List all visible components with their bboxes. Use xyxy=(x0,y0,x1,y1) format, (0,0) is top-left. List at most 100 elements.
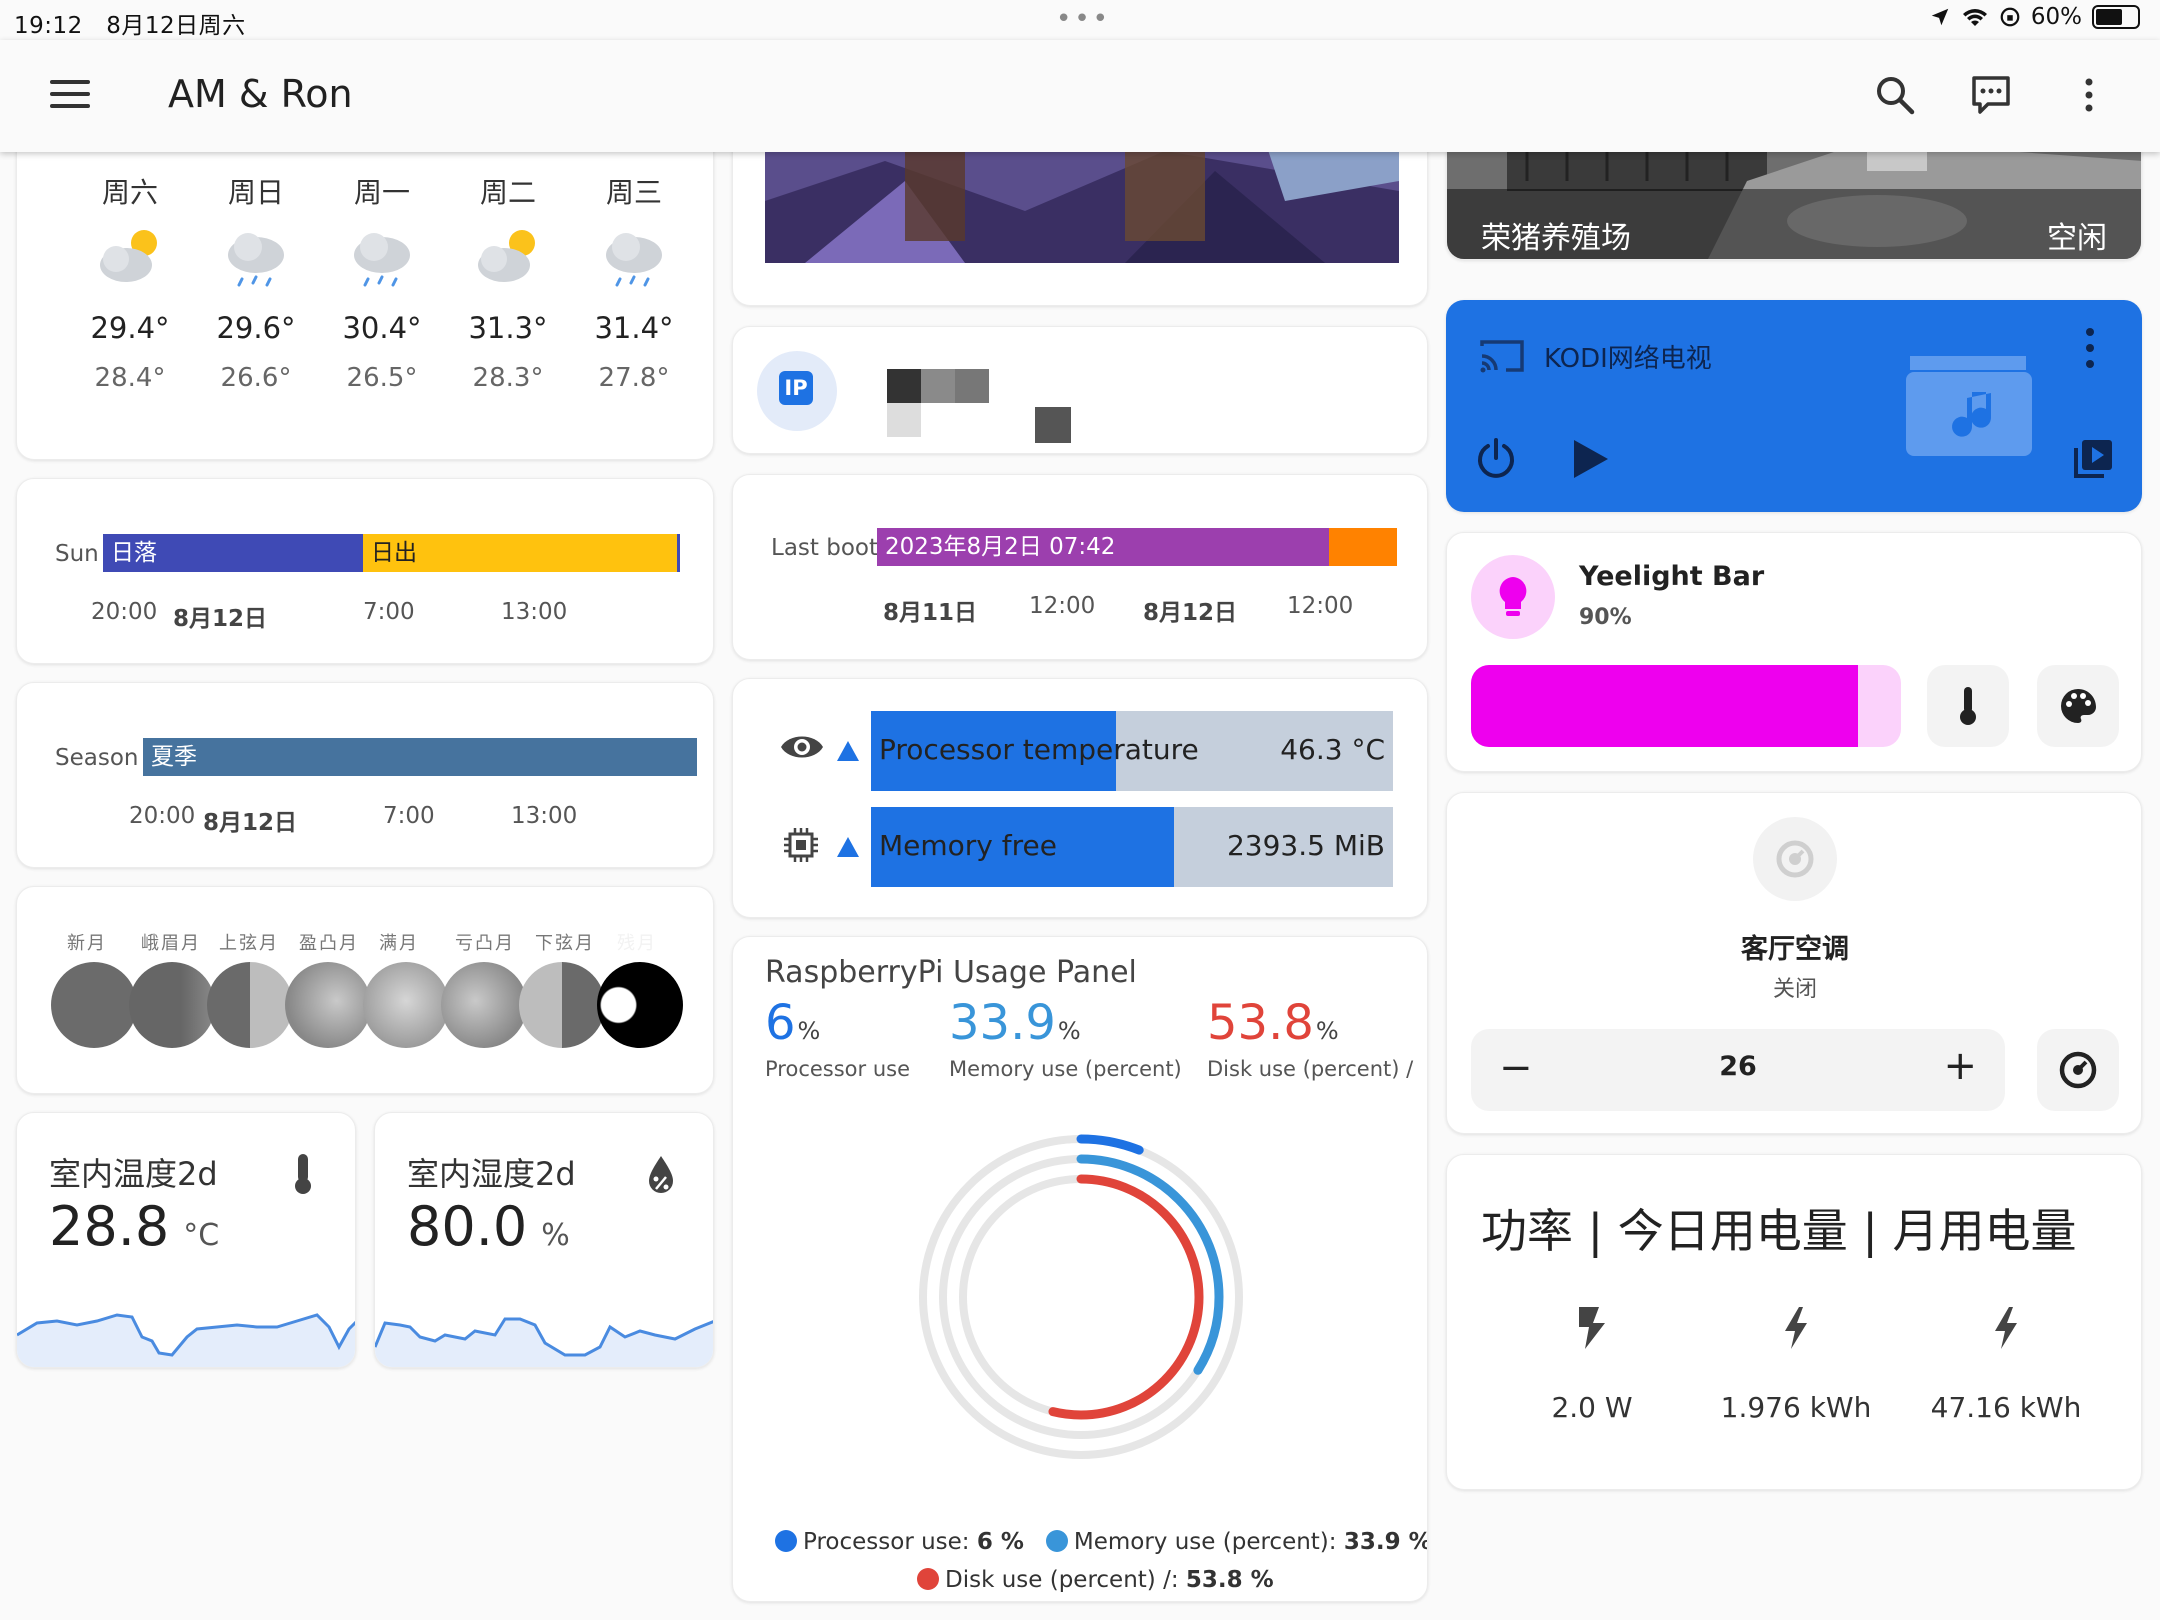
yeelight-card[interactable]: Yeelight Bar 90% xyxy=(1446,532,2142,772)
sensor-bars-card[interactable]: Processor temperature 46.3 °C Memory fre… xyxy=(732,678,1428,918)
legend-row-1: Processor use: 6 % Memory use (percent):… xyxy=(775,1529,1427,1555)
boot-tick: 12:00 xyxy=(1287,593,1354,619)
camera-state: 空闲 xyxy=(2047,221,2107,256)
redacted-block xyxy=(921,369,955,403)
location-arrow-icon xyxy=(1931,8,1949,26)
moon-icon xyxy=(363,962,449,1048)
rain-cloud-icon xyxy=(201,225,311,291)
season-timeline-card[interactable]: Season 夏季 20:00 8月12日 7:00 13:00 xyxy=(16,682,714,868)
lightbulb-icon[interactable] xyxy=(1471,555,1555,639)
page-title: AM & Ron xyxy=(168,72,353,116)
temperature-sparkline xyxy=(17,1313,355,1367)
energy-month: 47.16 kWh xyxy=(1901,1305,2111,1424)
light-brightness: 90% xyxy=(1579,605,1632,630)
media-library-icon[interactable] xyxy=(2072,438,2114,480)
sun-timeline-card[interactable]: Sun 日落 日出 20:00 8月12日 7:00 13:00 xyxy=(16,478,714,664)
moon-phase-label: 新月 xyxy=(67,933,107,954)
moon-phase-label: 盈凸月 xyxy=(299,933,359,954)
power-title: 功率 | 今日用电量 | 月用电量 xyxy=(1481,1204,2077,1258)
temperature-value: 28.8 °C xyxy=(49,1195,220,1258)
season-tick: 7:00 xyxy=(383,803,435,829)
humidity-unit: % xyxy=(541,1218,570,1253)
indoor-temperature-card[interactable]: 室内温度2d 28.8 °C xyxy=(16,1112,356,1368)
weather-day[interactable]: 周一 30.4° 26.5° xyxy=(327,171,437,393)
sensor-name: Memory free xyxy=(879,829,1057,862)
rpi-title: RaspberryPi Usage Panel xyxy=(765,955,1137,990)
weather-high: 30.4° xyxy=(342,311,422,345)
partly-sunny-icon xyxy=(75,225,185,291)
last-boot-segment[interactable]: 2023年8月2日 07:42 xyxy=(877,528,1329,566)
flash-icon xyxy=(1785,1307,1807,1349)
brightness-slider[interactable] xyxy=(1471,665,1901,747)
weather-day[interactable]: 周日 29.6° 26.6° xyxy=(201,171,311,393)
color-temp-button[interactable] xyxy=(1927,665,2009,747)
weather-day-name: 周日 xyxy=(227,176,284,209)
stat-disk: 53.8% Disk use (percent) / xyxy=(1207,995,1414,1081)
weather-day[interactable]: 周三 31.4° 27.8° xyxy=(579,171,689,393)
sensor-value: 2393.5 MiB xyxy=(1226,829,1385,862)
stat-memory: 33.9% Memory use (percent) xyxy=(949,995,1182,1081)
weather-day[interactable]: 周六 29.4° 28.4° xyxy=(75,171,185,393)
trend-up-icon xyxy=(837,741,859,761)
climate-ac-card[interactable]: 客厅空调 关闭 − 26 + xyxy=(1446,792,2142,1134)
weather-forecast-card[interactable]: 周六 29.4° 28.4° 周日 29.6° 26.6° 周一 30.4° 26.5° 周二 31… xyxy=(16,130,714,460)
color-palette-button[interactable] xyxy=(2037,665,2119,747)
kodi-media-card[interactable]: KODI网络电视 xyxy=(1446,300,2142,512)
sun-label: Sun xyxy=(55,541,99,567)
thermostat-icon[interactable] xyxy=(1753,817,1837,901)
memory-free-bar[interactable]: Memory free 2393.5 MiB xyxy=(871,807,1393,887)
increase-button[interactable]: + xyxy=(1943,1043,1977,1089)
legend-row-2: Disk use (percent) /: 53.8 % xyxy=(917,1567,1274,1593)
temperature-stepper[interactable]: − 26 + xyxy=(1471,1029,2005,1111)
weather-high: 31.3° xyxy=(468,311,548,345)
usage-radial-chart[interactable] xyxy=(911,1127,1251,1467)
weather-day-name: 周一 xyxy=(353,176,410,209)
more-vert-icon[interactable] xyxy=(2064,70,2114,120)
stat-processor: 6% Processor use xyxy=(765,995,910,1081)
season-tick: 13:00 xyxy=(511,803,578,829)
season-tick: 8月12日 xyxy=(203,810,298,836)
more-vert-icon[interactable] xyxy=(2082,326,2098,370)
play-icon[interactable] xyxy=(1570,438,1610,480)
menu-icon[interactable] xyxy=(50,80,90,110)
boot-tick: 8月11日 xyxy=(883,600,978,626)
redacted-block xyxy=(1035,407,1071,443)
ring-processor-track xyxy=(919,1135,1243,1459)
last-boot-end-segment[interactable] xyxy=(1329,528,1397,566)
camera-name: 荣猪养殖场 xyxy=(1481,221,1631,256)
humidity-value: 80.0% xyxy=(407,1195,570,1258)
legend-dot-processor xyxy=(775,1530,797,1552)
thermometer-icon xyxy=(1960,687,1976,725)
search-icon[interactable] xyxy=(1870,70,1920,120)
redacted-block xyxy=(955,369,989,403)
hvac-mode-button[interactable] xyxy=(2037,1029,2119,1111)
moon-phase-label: 满月 xyxy=(379,933,419,954)
power-icon[interactable] xyxy=(1474,436,1518,480)
boot-tick: 8月12日 xyxy=(1143,600,1238,626)
moon-phase-card[interactable]: 新月 峨眉月 上弦月 盈凸月 满月 亏凸月 下弦月 残月 xyxy=(16,886,714,1094)
ip-address-card[interactable]: IP xyxy=(732,326,1428,454)
moon-phase-label: 亏凸月 xyxy=(455,933,515,954)
indoor-humidity-card[interactable]: 室内湿度2d 80.0% xyxy=(374,1112,714,1368)
status-time: 19:12 xyxy=(14,13,83,39)
movie-music-icon xyxy=(1906,356,2032,456)
light-name: Yeelight Bar xyxy=(1579,561,1765,592)
sun-tick: 7:00 xyxy=(363,599,415,625)
weather-day[interactable]: 周二 31.3° 28.3° xyxy=(453,171,563,393)
flash-icon xyxy=(1995,1307,2017,1349)
weather-day-name: 周六 xyxy=(101,176,158,209)
ac-name: 客厅空调 xyxy=(1741,934,1849,965)
weather-day-name: 周三 xyxy=(605,176,662,209)
assist-chat-icon[interactable] xyxy=(1966,70,2016,120)
last-boot-card[interactable]: Last boot 2023年8月2日 07:42 8月11日 12:00 8月… xyxy=(732,474,1428,660)
power-usage-card[interactable]: 功率 | 今日用电量 | 月用电量 2.0 W 1.976 kWh 47.16 … xyxy=(1446,1154,2142,1490)
moon-icon xyxy=(207,962,293,1048)
multitask-dots-icon[interactable]: ••• xyxy=(1056,4,1111,34)
season-summer-segment[interactable]: 夏季 xyxy=(143,738,697,776)
orientation-lock-icon xyxy=(2000,7,2020,27)
processor-temperature-bar[interactable]: Processor temperature 46.3 °C xyxy=(871,711,1393,791)
sun-night-segment[interactable]: 日落 xyxy=(103,534,363,572)
thermostat-dial-icon xyxy=(2059,1051,2097,1089)
sun-day-segment[interactable]: 日出 xyxy=(363,534,677,572)
rpi-usage-card[interactable]: RaspberryPi Usage Panel 6% Processor use… xyxy=(732,936,1428,1602)
